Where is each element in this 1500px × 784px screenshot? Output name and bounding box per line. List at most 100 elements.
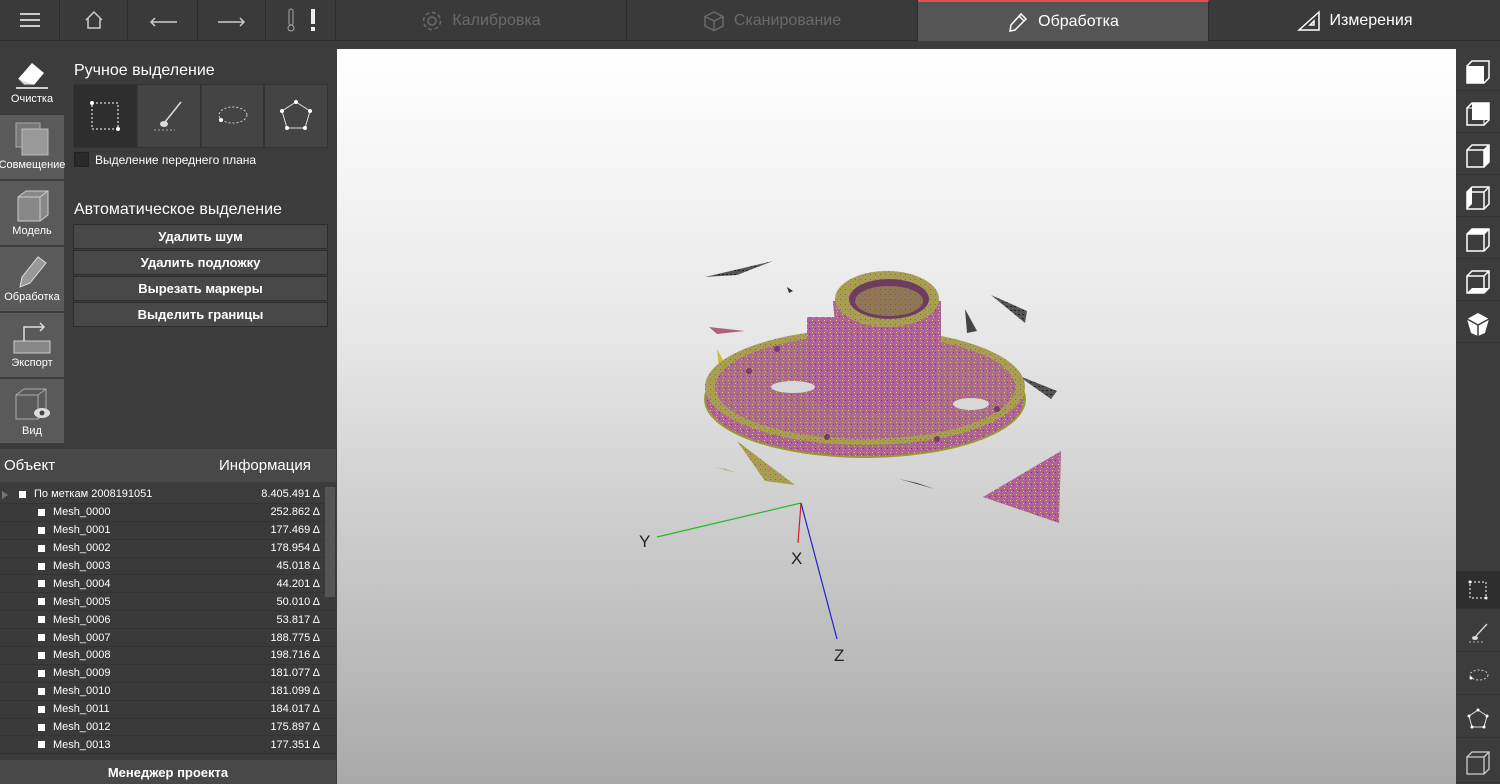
view-wireframe-button[interactable]: [1456, 743, 1500, 783]
mesh-row[interactable]: Mesh_0011 184.017 Δ: [0, 700, 336, 719]
3d-viewport[interactable]: Y X Z: [337, 49, 1456, 784]
gear-icon: [423, 11, 442, 30]
mesh-row[interactable]: Mesh_0006 53.817 Δ: [0, 611, 336, 630]
exclamation-icon: [310, 9, 315, 31]
mode-export[interactable]: Экспорт: [0, 313, 64, 377]
visibility-checkbox[interactable]: [38, 705, 45, 713]
quick-brush-select[interactable]: [1456, 614, 1500, 652]
expand-caret-icon[interactable]: [2, 491, 8, 499]
cut-markers-button[interactable]: Вырезать маркеры: [73, 276, 328, 301]
cube-left-icon: [1466, 143, 1490, 168]
redo-button[interactable]: [198, 0, 266, 40]
mesh-row[interactable]: Mesh_0009 181.077 Δ: [0, 664, 336, 683]
tab-measurements[interactable]: Измерения: [1209, 0, 1500, 41]
visibility-checkbox[interactable]: [38, 616, 45, 624]
object-panel: Объект Информация По меткам 2008191051 8…: [0, 449, 336, 784]
mesh-row[interactable]: Mesh_0013 177.351 Δ: [0, 736, 336, 754]
column-object-header: Объект: [4, 457, 56, 474]
mode-cleanup-label: Очистка: [10, 93, 54, 105]
auto-selection-title: Автоматическое выделение: [74, 201, 282, 218]
undo-button[interactable]: [128, 0, 198, 40]
foreground-selection-checkbox[interactable]: [74, 152, 89, 167]
tools-panel: Ручное выделение Выделение переднего пла…: [64, 49, 336, 449]
mode-processing[interactable]: Обработка: [0, 247, 64, 311]
visibility-checkbox[interactable]: [38, 634, 45, 642]
object-list-scrollbar[interactable]: [325, 487, 335, 597]
cube-front-icon: [1466, 59, 1490, 84]
mesh-triangle-count: 184.017 Δ: [270, 703, 320, 716]
mesh-row[interactable]: Mesh_0008 198.716 Δ: [0, 647, 336, 665]
visibility-checkbox[interactable]: [38, 723, 45, 731]
selection-tools: [73, 84, 328, 148]
remove-base-button[interactable]: Удалить подложку: [73, 250, 328, 275]
visibility-checkbox[interactable]: [38, 669, 45, 677]
brush-select-tool[interactable]: [136, 84, 201, 148]
mode-alignment[interactable]: Совмещение: [0, 115, 65, 179]
view-right-button[interactable]: [1456, 179, 1500, 217]
quick-rectangle-select[interactable]: [1456, 571, 1500, 609]
mesh-row[interactable]: Mesh_0007 188.775 Δ: [0, 629, 336, 648]
view-iso-button[interactable]: [1456, 305, 1500, 343]
home-button[interactable]: [60, 0, 128, 40]
tab-calibration[interactable]: Калибровка: [336, 0, 627, 41]
visibility-checkbox[interactable]: [38, 598, 45, 606]
mesh-name: Mesh_0000: [53, 506, 111, 519]
mesh-row[interactable]: Mesh_0012 175.897 Δ: [0, 718, 336, 737]
remove-noise-button[interactable]: Удалить шум: [73, 224, 328, 249]
visibility-checkbox[interactable]: [38, 741, 45, 749]
mode-model-label: Модель: [12, 225, 52, 237]
cube-icon: [704, 10, 724, 31]
lasso-select-tool[interactable]: [200, 84, 265, 148]
cube-right-icon: [1466, 185, 1490, 210]
mesh-row[interactable]: Mesh_0004 44.201 Δ: [0, 575, 336, 594]
mode-export-label: Экспорт: [11, 357, 53, 369]
select-borders-button[interactable]: Выделить границы: [73, 302, 328, 327]
view-left-button[interactable]: [1456, 137, 1500, 175]
view-bottom-button[interactable]: [1456, 263, 1500, 301]
polygon-select-tool[interactable]: [264, 84, 328, 148]
visibility-checkbox[interactable]: [38, 580, 45, 588]
quick-lasso-select[interactable]: [1456, 657, 1500, 695]
mesh-name: Mesh_0011: [53, 703, 110, 716]
y-axis-label: Y: [639, 532, 650, 551]
mesh-name: Mesh_0004: [53, 577, 111, 590]
visibility-checkbox[interactable]: [38, 544, 45, 552]
visibility-checkbox[interactable]: [38, 651, 45, 659]
visibility-checkbox[interactable]: [38, 687, 45, 695]
tab-scanning[interactable]: Сканирование: [627, 0, 918, 41]
column-info-header: Информация: [219, 457, 311, 474]
object-tree: По меткам 2008191051 8.405.491 Δ Mesh_00…: [0, 486, 336, 754]
mode-cleanup[interactable]: Очистка: [0, 49, 64, 113]
mesh-triangle-count: 181.077 Δ: [270, 667, 320, 680]
scene-canvas[interactable]: Y X Z: [337, 49, 1456, 784]
z-axis-line: [800, 502, 838, 640]
visibility-checkbox[interactable]: [38, 562, 45, 570]
mode-view[interactable]: Вид: [0, 379, 64, 443]
project-manager-button[interactable]: Менеджер проекта: [0, 760, 336, 784]
visibility-checkbox[interactable]: [38, 526, 45, 534]
brush-select-icon: [1469, 623, 1488, 642]
mesh-row[interactable]: Mesh_0000 252.862 Δ: [0, 503, 336, 522]
tab-processing[interactable]: Обработка: [918, 0, 1209, 41]
view-top-button[interactable]: [1456, 221, 1500, 259]
status-indicators: [266, 0, 336, 40]
mode-model[interactable]: Модель: [0, 181, 64, 245]
menu-button[interactable]: [0, 0, 60, 40]
view-back-button[interactable]: [1456, 95, 1500, 133]
mesh-row[interactable]: Mesh_0002 178.954 Δ: [0, 539, 336, 558]
mesh-row[interactable]: Mesh_0003 45.018 Δ: [0, 557, 336, 576]
mesh-row[interactable]: Mesh_0005 50.010 Δ: [0, 593, 336, 612]
tree-root-row[interactable]: По меткам 2008191051 8.405.491 Δ: [0, 486, 336, 504]
y-axis-line: [656, 502, 802, 538]
visibility-checkbox[interactable]: [38, 508, 45, 516]
mesh-triangle-count: 198.716 Δ: [270, 649, 320, 662]
mesh-name: Mesh_0001: [53, 524, 111, 537]
visibility-checkbox[interactable]: [19, 490, 26, 498]
quick-polygon-select[interactable]: [1456, 700, 1500, 738]
view-front-button[interactable]: [1456, 53, 1500, 91]
mesh-row[interactable]: Mesh_0001 177.469 Δ: [0, 521, 336, 540]
mesh-row[interactable]: Mesh_0010 181.099 Δ: [0, 682, 336, 701]
rectangle-select-tool[interactable]: [73, 84, 137, 148]
mesh-triangle-count: 50.010 Δ: [276, 595, 320, 608]
scanned-flange-mesh[interactable]: [704, 271, 1026, 458]
